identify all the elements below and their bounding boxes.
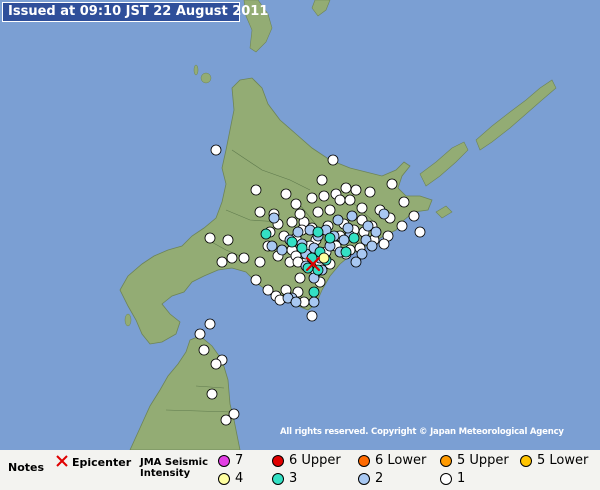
intensity-1-swatch: [440, 473, 452, 485]
legend-epicenter-label: Epicenter: [72, 456, 132, 469]
issued-timestamp: Issued at 09:10 JST 22 August 2011: [2, 2, 268, 22]
legend-label-5-lower: 5 Lower: [537, 453, 589, 468]
epicenter-icon: [56, 455, 68, 467]
intensity-4-swatch: [218, 473, 230, 485]
legend-label-7: 7: [235, 453, 244, 468]
map-canvas: [0, 0, 600, 450]
copyright-notice: All rights reserved. Copyright © Japan M…: [280, 427, 564, 437]
intensity-5-lower-swatch: [520, 455, 532, 467]
legend-label-6-lower: 6 Lower: [375, 453, 427, 468]
seismic-intensity-map: Issued at 09:10 JST 22 August 2011 All r…: [0, 0, 600, 490]
rishiri-island: [200, 72, 212, 84]
legend-label-2: 2: [375, 471, 384, 486]
legend-bar: Notes Epicenter JMA Seismic Intensity 7 …: [0, 450, 600, 490]
legend-label-1: 1: [457, 471, 466, 486]
intensity-5-upper-swatch: [440, 455, 452, 467]
intensity-6-lower-swatch: [358, 455, 370, 467]
legend-label-4: 4: [235, 471, 244, 486]
legend-jma-title: JMA Seismic Intensity: [140, 457, 209, 479]
legend-label-6-upper: 6 Upper: [289, 453, 341, 468]
rebun-island: [193, 64, 199, 76]
intensity-6-upper-swatch: [272, 455, 284, 467]
intensity-3-swatch: [272, 473, 284, 485]
intensity-7-swatch: [218, 455, 230, 467]
intensity-4-stations: [318, 252, 330, 264]
legend-label-5-upper: 5 Upper: [457, 453, 509, 468]
legend-notes-label: Notes: [8, 461, 45, 474]
legend-label-3: 3: [289, 471, 298, 486]
okushiri-island: [124, 313, 132, 327]
intensity-2-swatch: [358, 473, 370, 485]
